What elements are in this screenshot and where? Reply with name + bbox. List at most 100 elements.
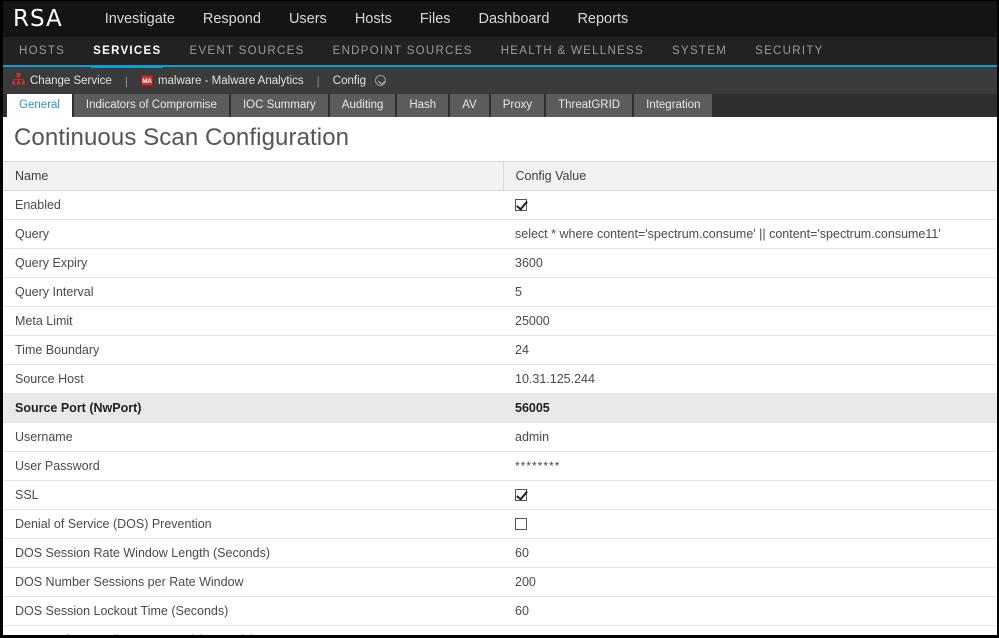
change-service-label: Change Service	[30, 74, 112, 87]
tab-integration[interactable]: Integration	[634, 94, 713, 117]
checkbox-unchecked-icon[interactable]	[515, 518, 527, 530]
breadcrumb-separator-1: |	[124, 73, 128, 88]
change-service-button[interactable]: Change Service	[12, 73, 112, 88]
subnav-item-security[interactable]: SECURITY	[741, 36, 838, 66]
config-value-text: select * where content='spectrum.consume…	[515, 227, 941, 241]
topnav-item-hosts[interactable]: Hosts	[341, 1, 406, 37]
table-row[interactable]: Username admin	[3, 422, 997, 452]
config-value-cell[interactable]: select * where content='spectrum.consume…	[503, 219, 997, 249]
config-name-cell: DOS Session Rate Window Length (Seconds)	[3, 538, 503, 568]
config-name-cell: SSL	[3, 480, 503, 510]
topnav-item-dashboard[interactable]: Dashboard	[465, 1, 564, 37]
config-value-cell[interactable]: 10.31.125.244	[503, 364, 997, 394]
primary-navigation-bar: RSA Investigate Respond Users Hosts Files Das…	[3, 1, 997, 37]
subnav-item-hosts[interactable]: HOSTS	[5, 36, 79, 66]
config-name-cell: Source Host	[3, 364, 503, 394]
tab-general[interactable]: General	[7, 94, 72, 117]
config-value-cell[interactable]: 56005	[503, 393, 997, 423]
main-content: Continuous Scan Configuration Name Confi…	[3, 117, 997, 635]
config-value-text: 56005	[515, 401, 550, 415]
subnav-item-services[interactable]: SERVICES	[79, 36, 175, 68]
column-header-config-value[interactable]: Config Value	[503, 161, 997, 191]
table-row[interactable]: Meta Limit 25000	[3, 306, 997, 336]
config-value-cell[interactable]: 200	[503, 567, 997, 597]
table-header-row: Name Config Value	[3, 161, 997, 191]
checkbox-checked-icon[interactable]	[515, 199, 527, 211]
table-row[interactable]: Enabled	[3, 190, 997, 220]
tab-ioc-summary[interactable]: IOC Summary	[230, 94, 328, 117]
subnav-item-event-sources[interactable]: EVENT SOURCES	[175, 36, 318, 66]
config-value-cell[interactable]	[503, 190, 997, 220]
table-row[interactable]: SSL	[3, 480, 997, 510]
config-value-cell[interactable]: 25000	[503, 306, 997, 336]
subnav-item-system[interactable]: SYSTEM	[658, 36, 741, 66]
subnav-item-endpoint-sources[interactable]: ENDPOINT SOURCES	[319, 36, 487, 66]
config-value-cell[interactable]: ********	[503, 451, 997, 481]
config-value-cell[interactable]: 5	[503, 277, 997, 307]
config-name-cell: Meta Limit	[3, 306, 503, 336]
table-row[interactable]: DOS Number Sessions per Rate Window 200	[3, 567, 997, 597]
config-value-text: 120	[515, 633, 536, 635]
table-row[interactable]: Source Host 10.31.125.244	[3, 364, 997, 394]
config-name-cell: Time Boundary	[3, 335, 503, 365]
secondary-navigation-bar: HOSTS SERVICES EVENT SOURCES ENDPOINT SOURC…	[3, 36, 997, 68]
config-name-cell: Query Interval	[3, 277, 503, 307]
table-row[interactable]: Query Expiry 3600	[3, 248, 997, 278]
tab-hash[interactable]: Hash	[397, 94, 449, 117]
topnav-item-reports[interactable]: Reports	[563, 1, 642, 37]
tab-indicators-of-compromise[interactable]: Indicators of Compromise	[73, 94, 229, 117]
current-service-link[interactable]: MA malware - Malware Analytics	[140, 75, 304, 87]
config-value-cell[interactable]	[503, 509, 997, 539]
config-label: Config	[332, 74, 367, 87]
tab-av[interactable]: AV	[450, 94, 489, 117]
tab-proxy[interactable]: Proxy	[490, 94, 545, 117]
config-value-cell[interactable]: 3600	[503, 248, 997, 278]
service-hierarchy-icon	[12, 73, 25, 88]
config-name-cell: DOS Session Lockout Time (Seconds)	[3, 596, 503, 626]
config-value-text: 3600	[515, 256, 543, 270]
config-name-cell: DOS Garbage Collecton Interval (Seconds)	[3, 625, 503, 635]
topnav-item-users[interactable]: Users	[275, 1, 341, 37]
page-title: Continuous Scan Configuration	[14, 124, 350, 151]
table-row[interactable]: Source Port (NwPort) 56005	[3, 393, 997, 423]
subnav-item-health-wellness[interactable]: HEALTH & WELLNESS	[487, 36, 658, 66]
tab-auditing[interactable]: Auditing	[329, 94, 396, 117]
config-name-cell: Query	[3, 219, 503, 249]
config-value-cell[interactable]: 60	[503, 538, 997, 568]
table-row[interactable]: Query select * where content='spectrum.co…	[3, 219, 997, 249]
config-value-text: 10.31.125.244	[515, 372, 595, 386]
config-name-cell: Enabled	[3, 190, 503, 220]
config-value-cell[interactable]: 120	[503, 625, 997, 635]
table-row[interactable]: DOS Session Lockout Time (Seconds) 60	[3, 596, 997, 626]
chevron-down-icon[interactable]	[375, 75, 387, 86]
config-value-text: 200	[515, 575, 536, 589]
config-table: Name Config Value Enabled Query select * w…	[3, 161, 997, 635]
config-value-text: 24	[515, 343, 529, 357]
config-value-text: 5	[515, 285, 522, 299]
config-name-cell: Source Port (NwPort)	[3, 393, 503, 423]
malware-analytics-icon: MA	[140, 75, 153, 86]
breadcrumb: Change Service | MA malware - Malware An…	[3, 67, 997, 94]
table-row[interactable]: Denial of Service (DOS) Prevention	[3, 509, 997, 539]
application-window: RSA Investigate Respond Users Hosts Files Das…	[0, 0, 999, 638]
checkbox-checked-icon[interactable]	[515, 489, 527, 501]
table-row[interactable]: Query Interval 5	[3, 277, 997, 307]
column-header-name[interactable]: Name	[3, 161, 504, 191]
topnav-item-respond[interactable]: Respond	[189, 1, 275, 37]
config-value-cell[interactable]: 24	[503, 335, 997, 365]
config-value-cell[interactable]: admin	[503, 422, 997, 452]
config-value-cell[interactable]: 60	[503, 596, 997, 626]
config-value-text: 60	[515, 546, 529, 560]
breadcrumb-separator-2: |	[316, 73, 320, 88]
rsa-logo: RSA	[13, 6, 63, 32]
table-row[interactable]: Time Boundary 24	[3, 335, 997, 365]
table-row[interactable]: User Password ********	[3, 451, 997, 481]
config-value-text: admin	[515, 430, 550, 444]
config-dropdown[interactable]: Config	[332, 74, 387, 87]
table-row[interactable]: DOS Garbage Collecton Interval (Seconds)…	[3, 625, 997, 635]
topnav-item-files[interactable]: Files	[406, 1, 465, 37]
tab-threatgrid[interactable]: ThreatGRID	[546, 94, 633, 117]
topnav-item-investigate[interactable]: Investigate	[91, 1, 189, 37]
config-value-cell[interactable]	[503, 480, 997, 510]
table-row[interactable]: DOS Session Rate Window Length (Seconds)…	[3, 538, 997, 568]
